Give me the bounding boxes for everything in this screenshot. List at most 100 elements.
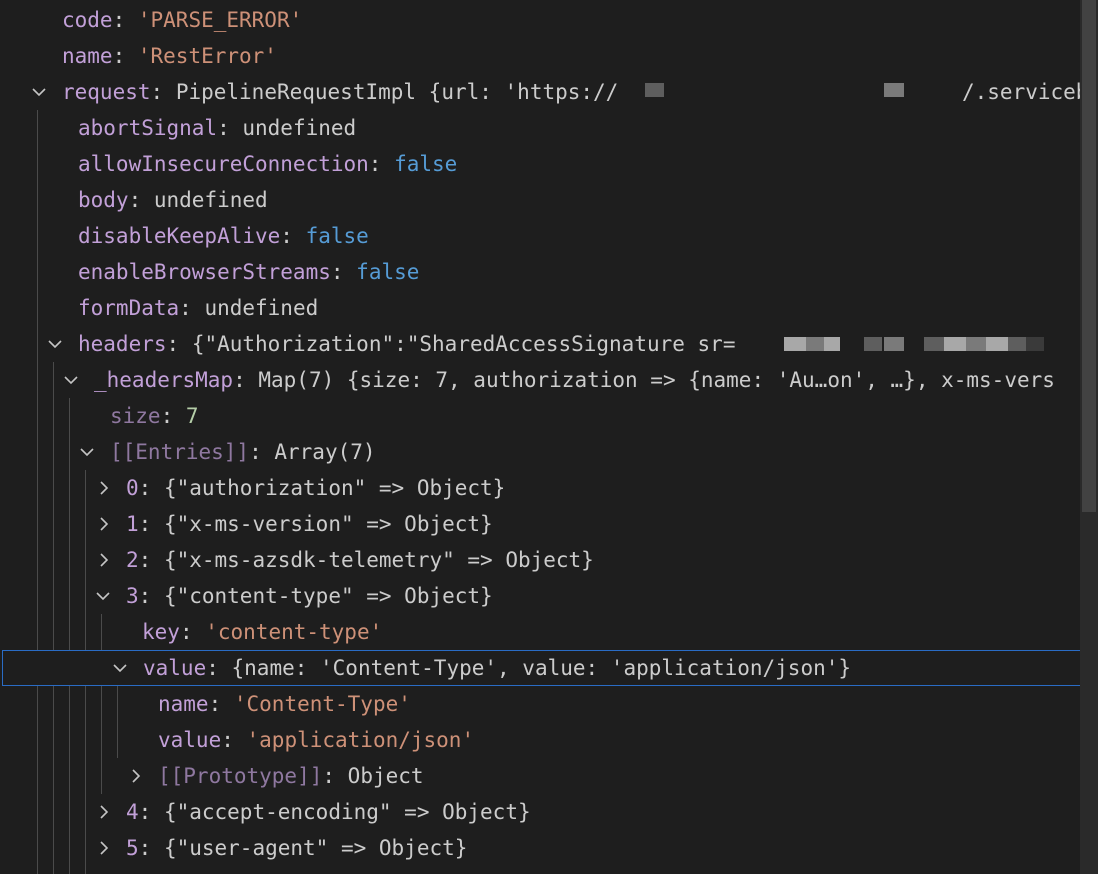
redacted-block xyxy=(1008,337,1026,351)
chevron-down-icon[interactable] xyxy=(94,578,114,614)
redacted-block xyxy=(924,337,944,351)
property-key: value xyxy=(143,656,207,680)
chevron-right-icon[interactable] xyxy=(95,542,115,578)
redacted-block xyxy=(806,337,824,351)
property-key: key xyxy=(142,620,180,644)
tree-row-entry-3-key[interactable]: key: 'content-type' xyxy=(0,614,1080,650)
property-value: false xyxy=(394,152,458,176)
redacted-block xyxy=(1026,337,1044,351)
property-value: undefined xyxy=(204,296,319,320)
redacted-block xyxy=(986,337,1008,351)
tree-row-entry-0[interactable]: 0: {"authorization" => Object} xyxy=(0,470,1080,506)
property-value: Array(7) xyxy=(274,440,376,464)
property-key: 3 xyxy=(126,584,139,608)
property-value: undefined xyxy=(242,116,357,140)
chevron-down-icon[interactable] xyxy=(30,74,50,110)
property-value: {"authorization" => Object} xyxy=(163,476,506,500)
tree-row-request[interactable]: request: PipelineRequestImpl {url: 'http… xyxy=(0,74,1080,110)
property-key: size xyxy=(110,404,161,428)
tree-row-allowInsecureConnection[interactable]: allowInsecureConnection: false xyxy=(0,146,1080,182)
property-key: code xyxy=(62,8,113,32)
property-key: name xyxy=(62,44,113,68)
property-value: {name: 'Content-Type', value: 'applicati… xyxy=(231,656,852,680)
property-value-tail: /.servicebu xyxy=(962,80,1080,104)
tree-row-value-prototype[interactable]: [[Prototype]]: Object xyxy=(0,758,1080,794)
tree-row-abortSignal[interactable]: abortSignal: undefined xyxy=(0,110,1080,146)
vertical-scrollbar[interactable] xyxy=(1080,0,1098,874)
redacted-block xyxy=(884,83,904,97)
redacted-block xyxy=(944,337,966,351)
tree-row-entry-1[interactable]: 1: {"x-ms-version" => Object} xyxy=(0,506,1080,542)
tree-row-headers[interactable]: headers: {"Authorization":"SharedAccessS… xyxy=(0,326,1080,362)
property-key: allowInsecureConnection xyxy=(78,152,369,176)
tree-row-entry-3[interactable]: 3: {"content-type" => Object} xyxy=(0,578,1080,614)
property-key: enableBrowserStreams xyxy=(78,260,331,284)
property-key: 0 xyxy=(126,476,139,500)
chevron-right-icon[interactable] xyxy=(127,758,147,794)
redacted-block xyxy=(645,83,664,97)
tree-row-formData[interactable]: formData: undefined xyxy=(0,290,1080,326)
property-key: formData xyxy=(78,296,180,320)
property-value: 'PARSE_ERROR' xyxy=(137,8,303,32)
chevron-down-icon[interactable] xyxy=(62,362,82,398)
tree-row-code[interactable]: code: 'PARSE_ERROR' xyxy=(0,2,1080,38)
tree-row-size[interactable]: size: 7 xyxy=(0,398,1080,434)
property-key: name xyxy=(158,692,209,716)
chevron-right-icon[interactable] xyxy=(95,470,115,506)
redacted-block xyxy=(784,337,806,351)
redacted-block xyxy=(824,337,840,351)
tree-row-enableBrowserStreams[interactable]: enableBrowserStreams: false xyxy=(0,254,1080,290)
property-key: abortSignal xyxy=(78,116,218,140)
property-key: 5 xyxy=(126,836,139,860)
tree-row-entry-2[interactable]: 2: {"x-ms-azsdk-telemetry" => Object} xyxy=(0,542,1080,578)
property-value: 'Content-Type' xyxy=(233,692,411,716)
tree-row-headersMap[interactable]: _headersMap: Map(7) {size: 7, authorizat… xyxy=(0,362,1080,398)
tree-row-entry-5[interactable]: 5: {"user-agent" => Object} xyxy=(0,830,1080,866)
property-value: {"Authorization":"SharedAccessSignature … xyxy=(191,332,736,356)
property-key: value xyxy=(158,728,222,752)
tree-row-entries[interactable]: [[Entries]]: Array(7) xyxy=(0,434,1080,470)
scrollbar-thumb[interactable] xyxy=(1082,0,1096,512)
redacted-block xyxy=(966,337,986,351)
property-key: body xyxy=(78,188,129,212)
redacted-block xyxy=(884,337,904,351)
tree-row-value-name[interactable]: name: 'Content-Type' xyxy=(0,686,1080,722)
property-key: _headersMap xyxy=(94,368,234,392)
tree-row-entry-3-value[interactable]: value: {name: 'Content-Type', value: 'ap… xyxy=(2,650,1080,686)
tree-row-body[interactable]: body: undefined xyxy=(0,182,1080,218)
property-value: {"content-type" => Object} xyxy=(163,584,493,608)
property-key: [[Prototype]] xyxy=(158,764,323,788)
tree-row-name[interactable]: name: 'RestError' xyxy=(0,38,1080,74)
property-value: {"x-ms-azsdk-telemetry" => Object} xyxy=(163,548,594,572)
property-key: [[Entries]] xyxy=(110,440,250,464)
property-value: {"user-agent" => Object} xyxy=(163,836,468,860)
property-key: 2 xyxy=(126,548,139,572)
property-value: {"x-ms-version" => Object} xyxy=(163,512,493,536)
property-value: PipelineRequestImpl {url: 'https:// xyxy=(175,80,619,104)
chevron-down-icon[interactable] xyxy=(78,434,98,470)
property-value: 'application/json' xyxy=(246,728,475,752)
property-key: 1 xyxy=(126,512,139,536)
property-value: 'RestError' xyxy=(137,44,277,68)
property-value: false xyxy=(305,224,369,248)
chevron-right-icon[interactable] xyxy=(95,506,115,542)
property-key: 4 xyxy=(126,800,139,824)
property-key: disableKeepAlive xyxy=(78,224,281,248)
tree-row-entry-4[interactable]: 4: {"accept-encoding" => Object} xyxy=(0,794,1080,830)
property-value: {"accept-encoding" => Object} xyxy=(163,800,531,824)
chevron-down-icon[interactable] xyxy=(46,326,66,362)
chevron-down-icon[interactable] xyxy=(111,651,131,685)
tree-row-disableKeepAlive[interactable]: disableKeepAlive: false xyxy=(0,218,1080,254)
tree-row-value-value[interactable]: value: 'application/json' xyxy=(0,722,1080,758)
property-key: headers xyxy=(78,332,167,356)
property-value: Object xyxy=(347,764,424,788)
property-value: Map(7) {size: 7, authorization => {name:… xyxy=(258,368,1055,392)
debug-variables-tree: code: 'PARSE_ERROR' name: 'RestError' re… xyxy=(0,0,1080,874)
property-value: 7 xyxy=(185,404,199,428)
chevron-right-icon[interactable] xyxy=(95,830,115,866)
property-value: undefined xyxy=(153,188,268,212)
property-value: false xyxy=(356,260,420,284)
chevron-right-icon[interactable] xyxy=(95,794,115,830)
redacted-block xyxy=(864,337,882,351)
property-key: request xyxy=(62,80,151,104)
